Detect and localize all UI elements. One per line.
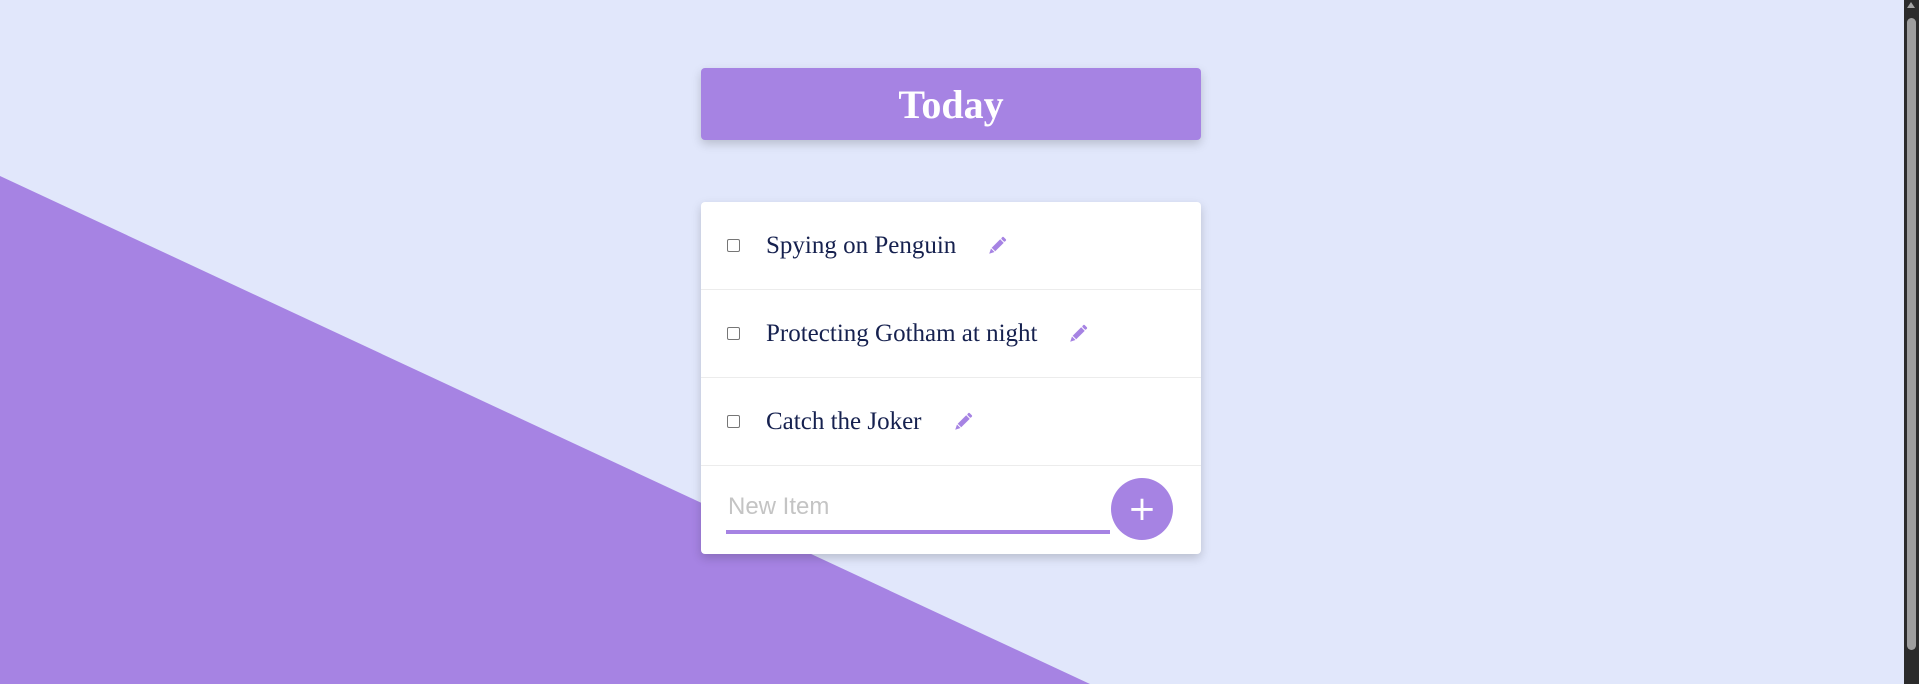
vertical-scrollbar[interactable] [1904,0,1919,684]
pencil-icon[interactable] [984,233,1010,259]
pencil-icon[interactable] [1065,321,1091,347]
scroll-up-arrow-icon[interactable] [1907,2,1915,8]
scrollbar-thumb[interactable] [1907,18,1916,650]
plus-icon: + [1127,489,1157,529]
add-item-button[interactable]: + [1111,478,1173,540]
new-item-form: + [701,466,1201,554]
todo-list-card: Spying on Penguin Protecting Gotham at n… [701,202,1201,554]
item-label: Protecting Gotham at night [766,319,1038,347]
new-item-input[interactable] [726,484,1110,534]
list-item: Protecting Gotham at night [701,290,1201,378]
item-checkbox[interactable] [727,239,740,252]
pencil-icon[interactable] [950,409,976,435]
item-checkbox[interactable] [727,415,740,428]
item-label: Catch the Joker [766,407,922,435]
item-checkbox[interactable] [727,327,740,340]
list-item: Catch the Joker [701,378,1201,466]
list-item: Spying on Penguin [701,202,1201,290]
page-title: Today [898,81,1004,127]
item-label: Spying on Penguin [766,231,957,259]
header-banner: Today [701,68,1201,140]
